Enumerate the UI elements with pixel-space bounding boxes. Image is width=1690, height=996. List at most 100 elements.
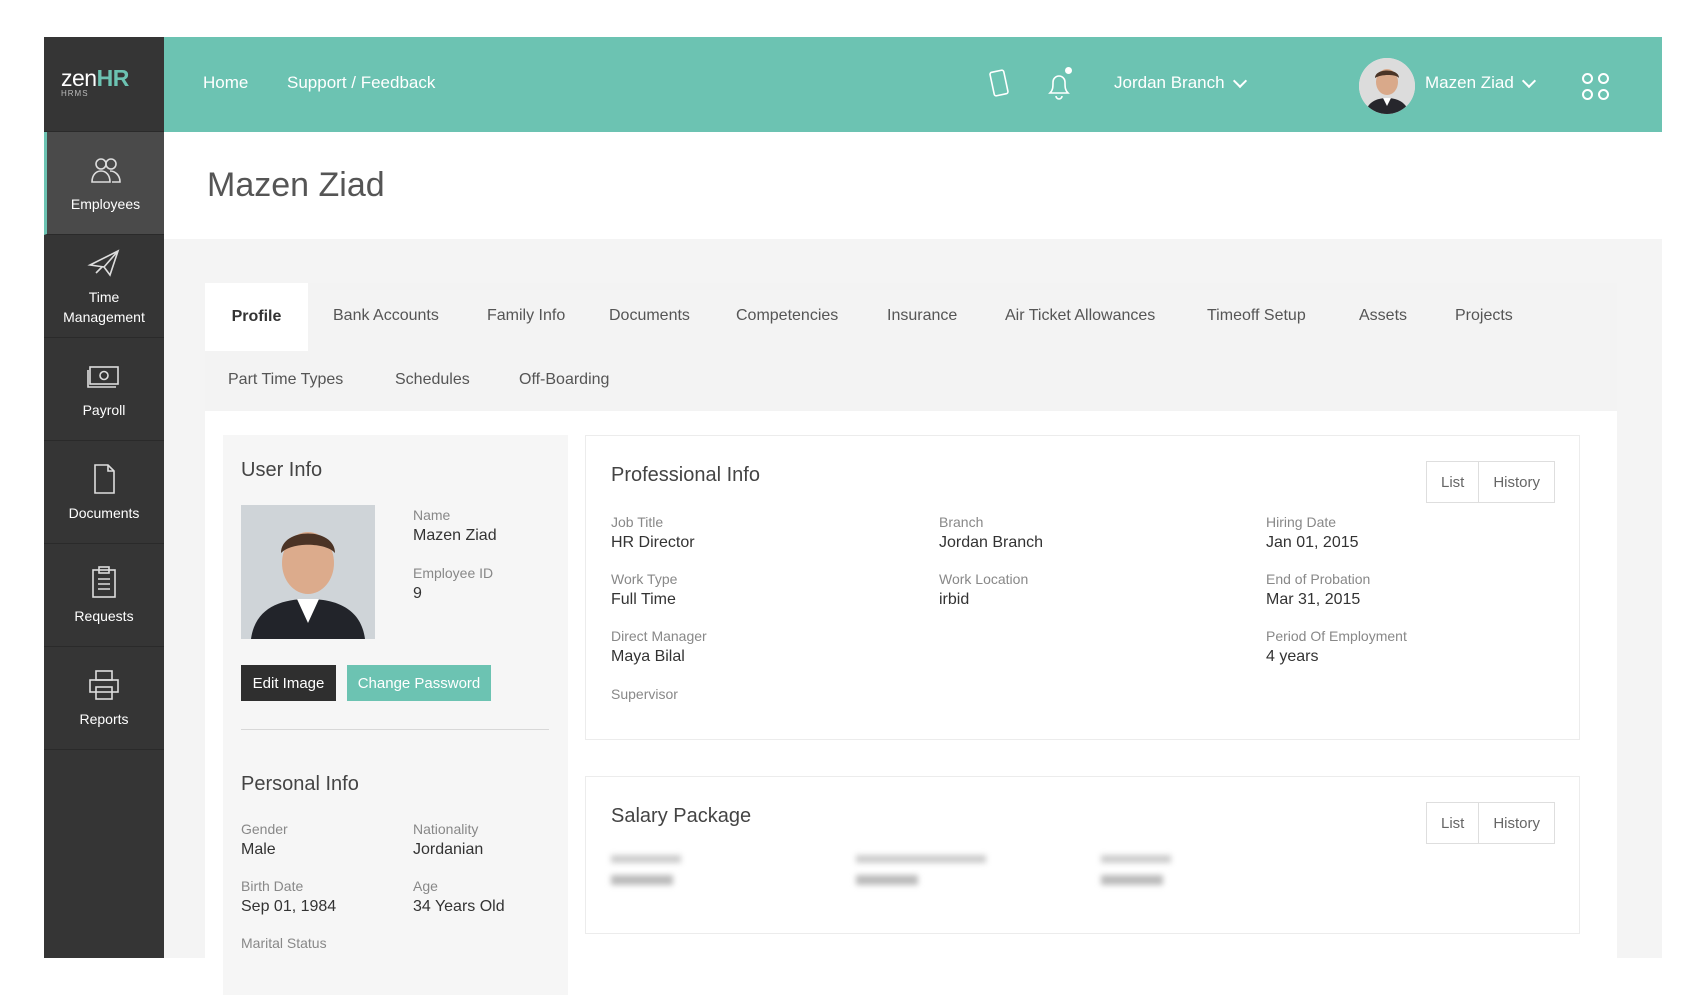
history-button[interactable]: History bbox=[1478, 803, 1554, 843]
supervisor-label: Supervisor bbox=[611, 686, 678, 702]
sidebar-item-documents[interactable]: Documents bbox=[44, 441, 164, 544]
name-value: Mazen Ziad bbox=[413, 527, 497, 544]
blurred-field bbox=[856, 855, 996, 895]
period-of-employment-value: 4 years bbox=[1266, 648, 1319, 665]
end-of-probation-value: Mar 31, 2015 bbox=[1266, 591, 1361, 608]
sidebar-item-time-management[interactable]: Time Management bbox=[44, 235, 164, 338]
logo-text: zen bbox=[61, 65, 97, 91]
sidebar-item-requests[interactable]: Requests bbox=[44, 544, 164, 647]
work-location-label: Work Location bbox=[939, 571, 1029, 587]
change-password-button[interactable]: Change Password bbox=[347, 665, 491, 701]
sidebar-item-label: Time Management bbox=[63, 289, 145, 325]
sidebar: zenHR HRMS Employees Time Management Pay… bbox=[44, 37, 164, 958]
logo[interactable]: zenHR HRMS bbox=[44, 37, 164, 132]
employee-id-label: Employee ID bbox=[413, 565, 494, 581]
work-type-label: Work Type bbox=[611, 571, 678, 587]
professional-info-title: Professional Info bbox=[611, 464, 760, 486]
tab-bar: Profile Bank Accounts Family Info Docume… bbox=[205, 283, 1617, 411]
tab-schedules[interactable]: Schedules bbox=[395, 371, 470, 389]
tab-air-ticket-allowances[interactable]: Air Ticket Allowances bbox=[1005, 307, 1155, 325]
gender-label: Gender bbox=[241, 821, 288, 837]
tab-insurance[interactable]: Insurance bbox=[887, 307, 957, 325]
users-icon bbox=[90, 158, 121, 183]
sidebar-item-label: Employees bbox=[70, 196, 141, 212]
direct-manager-value: Maya Bilal bbox=[611, 648, 685, 665]
tab-projects[interactable]: Projects bbox=[1455, 307, 1513, 325]
work-type-value: Full Time bbox=[611, 591, 676, 608]
avatar[interactable] bbox=[1359, 58, 1415, 114]
salary-view-toggle: List History bbox=[1425, 802, 1555, 844]
employee-id-value: 9 bbox=[413, 585, 422, 602]
hiring-date-value: Jan 01, 2015 bbox=[1266, 534, 1359, 551]
list-button[interactable]: List bbox=[1426, 462, 1479, 502]
direct-manager-label: Direct Manager bbox=[611, 628, 707, 644]
gender-value: Male bbox=[241, 841, 276, 858]
history-button[interactable]: History bbox=[1478, 462, 1554, 502]
sidebar-item-label: Payroll bbox=[82, 402, 126, 418]
sidebar-item-employees[interactable]: Employees bbox=[44, 132, 164, 235]
plane-icon bbox=[87, 249, 120, 277]
mobile-icon[interactable] bbox=[984, 67, 1014, 101]
age-label: Age bbox=[413, 878, 438, 894]
end-of-probation-label: End of Probation bbox=[1266, 571, 1371, 587]
salary-package-title: Salary Package bbox=[611, 805, 752, 827]
tab-family-info[interactable]: Family Info bbox=[487, 307, 565, 325]
tab-documents[interactable]: Documents bbox=[609, 307, 690, 325]
apps-grid-icon[interactable] bbox=[1582, 73, 1610, 101]
work-location-value: irbid bbox=[939, 591, 970, 608]
nav-support-link[interactable]: Support / Feedback bbox=[287, 73, 435, 93]
blurred-field bbox=[611, 855, 691, 895]
page-header: Mazen Ziad bbox=[164, 132, 1662, 239]
marital-status-label: Marital Status bbox=[241, 935, 327, 951]
page-title: Mazen Ziad bbox=[207, 166, 385, 204]
tab-timeoff-setup[interactable]: Timeoff Setup bbox=[1207, 307, 1306, 325]
sidebar-item-label: Requests bbox=[74, 608, 134, 624]
blurred-field bbox=[1101, 855, 1181, 895]
edit-image-button[interactable]: Edit Image bbox=[241, 665, 336, 701]
tab-profile[interactable]: Profile bbox=[205, 283, 308, 351]
tab-part-time-types[interactable]: Part Time Types bbox=[228, 371, 343, 389]
personal-info-title: Personal Info bbox=[241, 773, 359, 795]
printer-icon bbox=[89, 670, 119, 700]
tab-assets[interactable]: Assets bbox=[1359, 307, 1407, 325]
notification-dot bbox=[1065, 67, 1072, 74]
salary-package-card: Salary Package List History bbox=[585, 776, 1580, 934]
sidebar-item-label: Documents bbox=[68, 505, 140, 521]
job-title-value: HR Director bbox=[611, 534, 695, 551]
age-value: 34 Years Old bbox=[413, 898, 505, 915]
branch-label: Branch bbox=[939, 514, 984, 530]
job-title-label: Job Title bbox=[611, 514, 664, 530]
period-of-employment-label: Period Of Employment bbox=[1266, 628, 1407, 644]
birth-date-value: Sep 01, 1984 bbox=[241, 898, 337, 915]
tab-bank-accounts[interactable]: Bank Accounts bbox=[333, 307, 439, 325]
user-info-title: User Info bbox=[241, 459, 323, 481]
birth-date-label: Birth Date bbox=[241, 878, 304, 894]
employee-photo bbox=[241, 505, 375, 639]
professional-info-card: Professional Info List History Job Title… bbox=[585, 435, 1580, 740]
branch-label: Jordan Branch bbox=[1114, 73, 1225, 92]
bell-icon[interactable] bbox=[1044, 67, 1074, 101]
professional-view-toggle: List History bbox=[1425, 461, 1555, 503]
nationality-value: Jordanian bbox=[413, 841, 484, 858]
chevron-down-icon bbox=[1232, 73, 1247, 88]
nav-home-link[interactable]: Home bbox=[203, 73, 248, 93]
branch-value: Jordan Branch bbox=[939, 534, 1044, 551]
list-button[interactable]: List bbox=[1426, 803, 1479, 843]
tab-off-boarding[interactable]: Off-Boarding bbox=[519, 371, 609, 389]
branch-dropdown[interactable]: Jordan Branch bbox=[1114, 73, 1247, 93]
tab-competencies[interactable]: Competencies bbox=[736, 307, 838, 325]
logo-accent: HR bbox=[96, 65, 130, 91]
chevron-down-icon bbox=[1521, 73, 1536, 88]
sidebar-item-reports[interactable]: Reports bbox=[44, 647, 164, 750]
topbar: Home Support / Feedback Jordan Branch Ma… bbox=[164, 37, 1662, 132]
user-info-card: User Info Name Mazen Ziad Employee ID 9 … bbox=[223, 435, 568, 995]
divider bbox=[241, 729, 549, 730]
profile-panel: Profile Bank Accounts Family Info Docume… bbox=[205, 283, 1617, 995]
sidebar-item-payroll[interactable]: Payroll bbox=[44, 338, 164, 441]
document-icon bbox=[94, 464, 115, 494]
hiring-date-label: Hiring Date bbox=[1266, 514, 1337, 530]
sidebar-item-label: Reports bbox=[79, 711, 129, 727]
name-label: Name bbox=[413, 507, 451, 523]
nationality-label: Nationality bbox=[413, 821, 479, 837]
user-dropdown[interactable]: Mazen Ziad bbox=[1425, 73, 1536, 93]
